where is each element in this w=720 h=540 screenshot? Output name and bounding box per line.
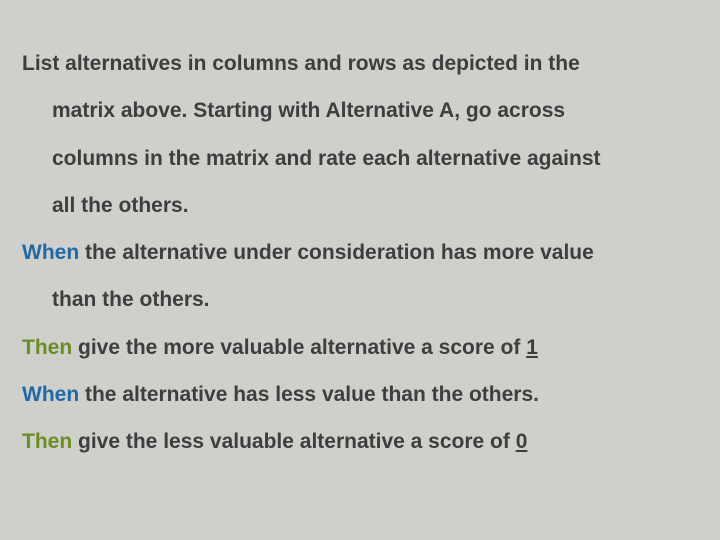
intro-line-3: columns in the matrix and rate each alte… bbox=[22, 135, 690, 182]
keyword-when: When bbox=[22, 241, 79, 264]
keyword-when: When bbox=[22, 383, 79, 406]
intro-line-2: matrix above. Starting with Alternative … bbox=[22, 87, 690, 134]
score-one: 1 bbox=[526, 336, 538, 359]
intro-line-4: all the others. bbox=[22, 182, 690, 229]
paragraph-then-more: Then give the more valuable alternative … bbox=[22, 324, 690, 371]
keyword-then: Then bbox=[22, 430, 72, 453]
then-more-text: give the more valuable alternative a sco… bbox=[72, 336, 526, 359]
paragraph-then-less: Then give the less valuable alternative … bbox=[22, 418, 690, 465]
then-less-text: give the less valuable alternative a sco… bbox=[72, 430, 516, 453]
keyword-then: Then bbox=[22, 336, 72, 359]
score-zero: 0 bbox=[516, 430, 528, 453]
when-less-text: the alternative has less value than the … bbox=[79, 383, 539, 406]
paragraph-intro: List alternatives in columns and rows as… bbox=[22, 40, 690, 229]
paragraph-when-more: When the alternative under consideration… bbox=[22, 229, 690, 324]
when-more-line-2: than the others. bbox=[22, 276, 690, 323]
when-more-line-1: the alternative under consideration has … bbox=[79, 241, 594, 264]
intro-line-1: List alternatives in columns and rows as… bbox=[22, 52, 580, 75]
paragraph-when-less: When the alternative has less value than… bbox=[22, 371, 690, 418]
slide-body: List alternatives in columns and rows as… bbox=[0, 0, 720, 540]
